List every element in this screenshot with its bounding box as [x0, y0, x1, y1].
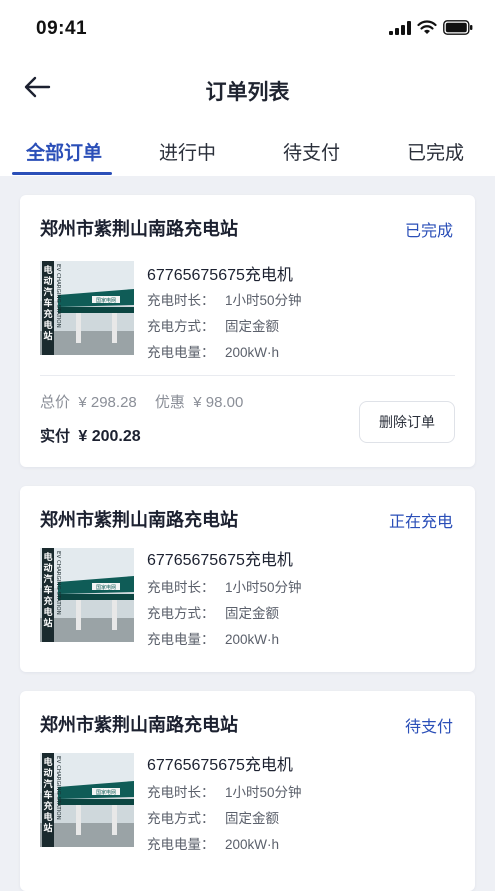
- tab-active-indicator: [12, 172, 112, 175]
- tab-all-orders[interactable]: 全部订单: [26, 138, 102, 165]
- duration-label: 充电时长：: [147, 580, 215, 595]
- delete-order-button[interactable]: 删除订单: [359, 401, 455, 443]
- device-name: 67765675675充电机: [147, 552, 293, 569]
- duration-value: 1小时50分钟: [225, 293, 302, 308]
- energy-label: 充电电量：: [147, 632, 215, 647]
- tab-bar: 全部订单 进行中 待支付 已完成: [0, 126, 495, 176]
- svg-text:电: 电: [43, 811, 52, 823]
- svg-text:站: 站: [43, 617, 52, 629]
- top-bar: 09:41 订单列表 全部订单 进行中 待支付 已完成: [0, 0, 495, 176]
- paid-value: ¥ 200.28: [78, 428, 141, 445]
- order-card[interactable]: 郑州市紫荆山南路充电站 待支付 国家电网 电动汽车充电站 EV CHARGING…: [20, 691, 475, 891]
- paid-summary: 实付 ¥ 200.28: [40, 425, 141, 446]
- duration-row: 充电时长： 1小时50分钟: [147, 781, 302, 801]
- method-row: 充电方式： 固定金额: [147, 807, 279, 827]
- svg-text:车: 车: [43, 584, 52, 596]
- tab-in-progress[interactable]: 进行中: [159, 138, 216, 165]
- method-row: 充电方式： 固定金额: [147, 602, 279, 622]
- order-status: 正在充电: [388, 514, 453, 531]
- tab-completed[interactable]: 已完成: [407, 138, 464, 165]
- duration-row: 充电时长： 1小时50分钟: [147, 576, 302, 596]
- svg-text:车: 车: [43, 789, 52, 801]
- signal-icon: [389, 20, 411, 35]
- paid-label: 实付: [40, 428, 71, 445]
- svg-text:动: 动: [43, 563, 52, 574]
- svg-text:电: 电: [43, 606, 52, 618]
- station-name: 郑州市紫荆山南路充电站: [40, 715, 238, 735]
- svg-text:国家电网: 国家电网: [96, 789, 116, 796]
- energy-value: 200kW·h: [225, 837, 280, 852]
- total-label: 总价: [40, 394, 71, 411]
- svg-text:电: 电: [43, 551, 52, 563]
- method-value: 固定金额: [225, 811, 279, 826]
- station-thumbnail: 国家电网 电动汽车充电站 EV CHARGING STATION: [40, 548, 134, 642]
- order-card[interactable]: 郑州市紫荆山南路充电站 已完成 国家电网 电动汽车充电站 EV CHARGING…: [20, 195, 475, 467]
- status-icons: [389, 20, 473, 35]
- svg-text:站: 站: [43, 330, 52, 342]
- svg-text:汽: 汽: [43, 573, 52, 585]
- method-value: 固定金额: [225, 319, 279, 334]
- svg-text:动: 动: [43, 768, 52, 779]
- method-label: 充电方式：: [147, 606, 215, 621]
- svg-text:站: 站: [43, 822, 52, 834]
- duration-value: 1小时50分钟: [225, 785, 302, 800]
- energy-value: 200kW·h: [225, 345, 280, 360]
- svg-text:汽: 汽: [43, 778, 52, 790]
- svg-text:EV CHARGING STATION: EV CHARGING STATION: [55, 264, 61, 328]
- svg-text:电: 电: [43, 319, 52, 331]
- status-bar: 09:41: [0, 0, 495, 52]
- discount-value: ¥ 98.00: [193, 394, 244, 411]
- order-status: 待支付: [404, 719, 453, 736]
- station-name: 郑州市紫荆山南路充电站: [40, 510, 238, 530]
- svg-text:车: 车: [43, 297, 52, 309]
- duration-value: 1小时50分钟: [225, 580, 302, 595]
- page-title: 订单列表: [205, 81, 290, 104]
- status-time: 09:41: [36, 18, 88, 39]
- energy-label: 充电电量：: [147, 837, 215, 852]
- method-label: 充电方式：: [147, 811, 215, 826]
- svg-text:EV CHARGING STATION: EV CHARGING STATION: [55, 756, 61, 820]
- svg-text:电: 电: [43, 264, 52, 276]
- energy-row: 充电电量： 200kW·h: [147, 833, 279, 853]
- station-name: 郑州市紫荆山南路充电站: [40, 219, 238, 239]
- device-name: 67765675675充电机: [147, 267, 293, 284]
- svg-text:EV CHARGING STATION: EV CHARGING STATION: [55, 551, 61, 615]
- order-card[interactable]: 郑州市紫荆山南路充电站 正在充电 国家电网 电动汽车充电站 EV CHARGIN…: [20, 486, 475, 672]
- duration-row: 充电时长： 1小时50分钟: [147, 289, 302, 309]
- energy-row: 充电电量： 200kW·h: [147, 341, 279, 361]
- svg-text:国家电网: 国家电网: [96, 584, 116, 591]
- method-value: 固定金额: [225, 606, 279, 621]
- order-status: 已完成: [404, 223, 453, 240]
- svg-text:充: 充: [43, 800, 52, 812]
- divider: [40, 375, 455, 376]
- svg-text:电: 电: [43, 756, 52, 768]
- price-summary: 总价 ¥ 298.28 优惠 ¥ 98.00: [40, 391, 243, 412]
- wifi-icon: [417, 20, 437, 34]
- svg-text:充: 充: [43, 595, 52, 607]
- station-thumbnail: 国家电网 电动汽车充电站 EV CHARGING STATION: [40, 753, 134, 847]
- energy-label: 充电电量：: [147, 345, 215, 360]
- energy-value: 200kW·h: [225, 632, 280, 647]
- duration-label: 充电时长：: [147, 785, 215, 800]
- method-label: 充电方式：: [147, 319, 215, 334]
- tab-pending-payment[interactable]: 待支付: [283, 138, 340, 165]
- discount-label: 优惠: [154, 394, 185, 411]
- method-row: 充电方式： 固定金额: [147, 315, 279, 335]
- svg-text:充: 充: [43, 308, 52, 320]
- total-value: ¥ 298.28: [78, 394, 137, 411]
- duration-label: 充电时长：: [147, 293, 215, 308]
- nav-bar: 订单列表: [0, 60, 495, 116]
- battery-icon: [443, 20, 473, 35]
- energy-row: 充电电量： 200kW·h: [147, 628, 279, 648]
- svg-text:汽: 汽: [43, 286, 52, 298]
- station-thumbnail: 国家电网 电动汽车充电站 EV CHARGING STATION: [40, 261, 134, 355]
- svg-text:国家电网: 国家电网: [96, 297, 116, 304]
- device-name: 67765675675充电机: [147, 757, 293, 774]
- svg-text:动: 动: [43, 276, 52, 287]
